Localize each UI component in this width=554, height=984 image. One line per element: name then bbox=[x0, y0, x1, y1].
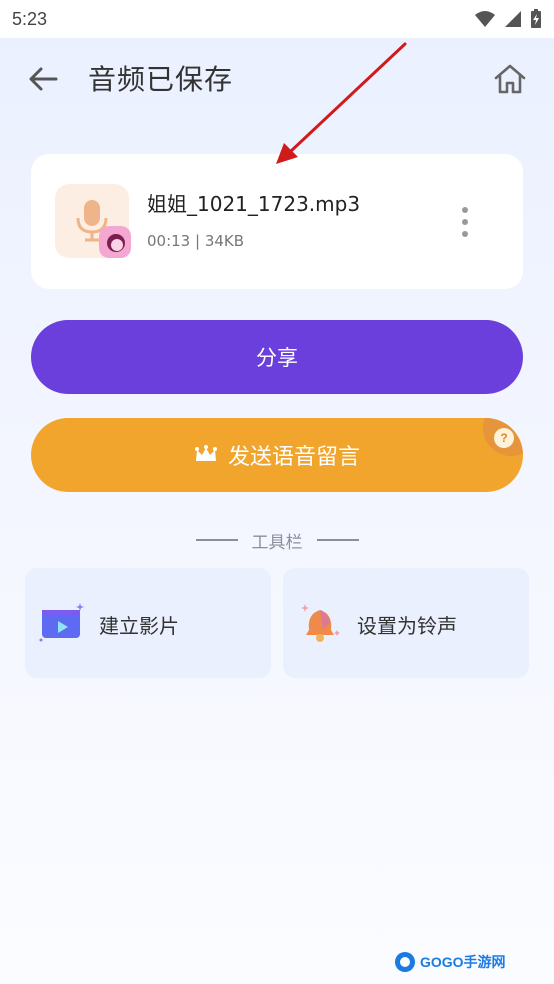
status-icons bbox=[474, 9, 542, 29]
file-name: 姐姐_1021_1723.mp3 bbox=[147, 192, 361, 216]
cellular-signal-icon bbox=[505, 11, 521, 27]
girl-face-icon bbox=[107, 234, 125, 252]
battery-charging-icon bbox=[531, 9, 541, 28]
set-ringtone-label: 设置为铃声 bbox=[357, 614, 457, 638]
audio-file-card[interactable]: 姐姐_1021_1723.mp3 00:13 | 34KB bbox=[31, 154, 523, 289]
bell-icon bbox=[297, 600, 343, 646]
app-bar: 音频已保存 bbox=[0, 38, 554, 118]
toolbar-label: 工具栏 bbox=[251, 532, 303, 553]
watermark-text: GOGO手游网 bbox=[420, 954, 506, 970]
create-movie-label: 建立影片 bbox=[99, 614, 179, 638]
share-button[interactable]: 分享 bbox=[31, 320, 523, 394]
more-vertical-icon bbox=[462, 207, 468, 237]
divider-line-left bbox=[195, 539, 238, 541]
wifi-icon bbox=[475, 11, 495, 27]
status-time: 5:23 bbox=[12, 8, 48, 29]
audio-thumbnail bbox=[55, 184, 131, 258]
more-options-button[interactable] bbox=[457, 204, 473, 240]
create-movie-card[interactable]: 建立影片 bbox=[25, 568, 271, 678]
crown-icon bbox=[194, 445, 217, 461]
share-button-label: 分享 bbox=[256, 346, 298, 370]
watermark-logo: GOGO手游网 bbox=[394, 948, 506, 976]
send-voice-message-label: 发送语音留言 bbox=[227, 445, 360, 470]
gogo-logo-icon bbox=[395, 952, 415, 972]
arrow-left-icon bbox=[29, 67, 58, 91]
file-meta: 00:13 | 34KB bbox=[147, 232, 245, 250]
toolbar-section-header: 工具栏 bbox=[0, 528, 554, 553]
help-icon[interactable]: ? bbox=[494, 428, 514, 448]
movie-icon bbox=[39, 600, 85, 646]
status-bar: 5:23 bbox=[0, 0, 554, 38]
annotation-arrow bbox=[276, 42, 407, 164]
voice-avatar bbox=[99, 226, 131, 258]
back-button[interactable] bbox=[26, 64, 60, 94]
send-voice-message-button[interactable]: 发送语音留言 bbox=[31, 418, 523, 492]
page-title: 音频已保存 bbox=[88, 63, 234, 96]
home-button[interactable] bbox=[491, 60, 529, 98]
set-ringtone-card[interactable]: 设置为铃声 bbox=[283, 568, 529, 678]
divider-line-right bbox=[316, 539, 359, 541]
home-icon bbox=[494, 64, 526, 94]
